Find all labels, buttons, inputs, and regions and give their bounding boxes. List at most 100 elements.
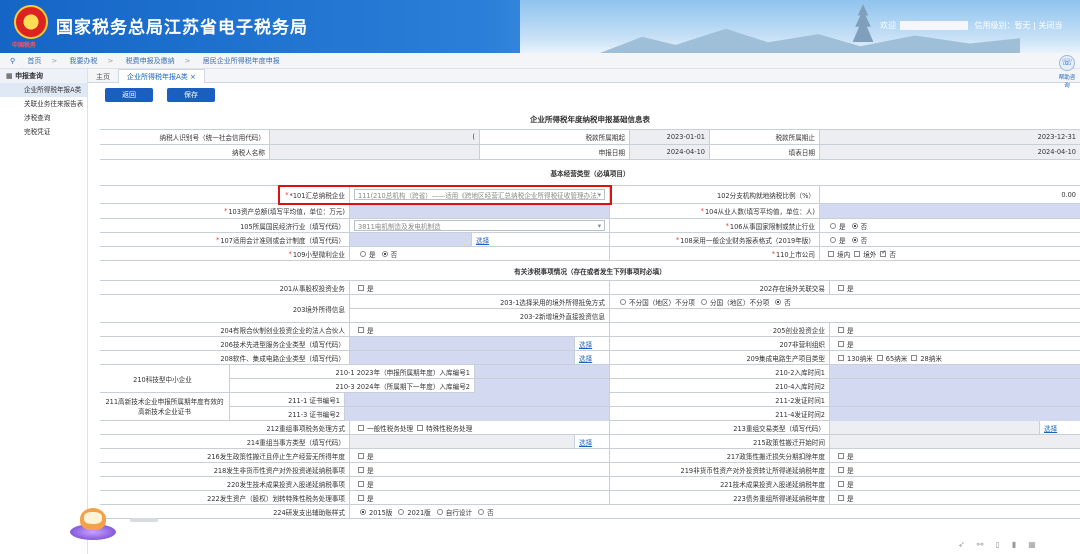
f210-3-label: 210-3 2024年（所属期下一年度）入库编号2 xyxy=(230,379,475,393)
f103-input[interactable] xyxy=(350,204,610,218)
f223-checkbox[interactable] xyxy=(838,494,844,501)
f203-2-value[interactable] xyxy=(610,309,1080,323)
f221-label: 221技术成果投资入股递延纳税年度 xyxy=(610,477,830,490)
sidebar-item-related[interactable]: 关联业务往来报告表 xyxy=(0,97,87,111)
breadcrumb-current[interactable]: 居民企业所得税年度申报 xyxy=(203,57,280,65)
f210-3-input[interactable] xyxy=(475,379,610,393)
f202-checkbox[interactable] xyxy=(838,284,844,291)
f214-choose-link[interactable]: 选择 xyxy=(579,437,592,447)
f207-checkbox[interactable] xyxy=(838,340,844,347)
f216-checkbox[interactable] xyxy=(358,452,364,459)
f211-4-input[interactable] xyxy=(830,407,1080,421)
f106-yes-radio[interactable] xyxy=(830,222,836,229)
breadcrumb-declare[interactable]: 税费申报及缴纳 xyxy=(126,57,175,65)
f218-checkbox[interactable] xyxy=(358,466,364,473)
f215-input[interactable] xyxy=(830,435,1080,448)
f109-no-radio[interactable] xyxy=(381,250,388,257)
f212-general-checkbox[interactable] xyxy=(358,424,364,431)
f209-28nm-checkbox[interactable] xyxy=(911,354,918,361)
f213-input[interactable] xyxy=(830,421,1040,434)
mascot-ufo-icon[interactable] xyxy=(62,500,122,550)
f201-checkbox[interactable] xyxy=(358,284,364,291)
save-button[interactable]: 保存 xyxy=(167,88,215,102)
f210-4-input[interactable] xyxy=(830,379,1080,393)
sidebar-head[interactable]: ▦ 申报查询 xyxy=(0,69,87,83)
f110-overseas-checkbox[interactable] xyxy=(854,250,861,257)
dropdown-arrow-icon: ▾ xyxy=(597,190,601,199)
close-link[interactable]: 关闭当 xyxy=(1038,21,1062,30)
f102-value[interactable]: 0.00 xyxy=(820,186,1080,203)
f108-yes-radio[interactable] xyxy=(830,236,836,243)
f211-1-input[interactable] xyxy=(345,393,610,407)
sidebar-item-query[interactable]: 涉税查询 xyxy=(0,111,87,125)
f212-label: 212重组事项税务处理方式 xyxy=(100,421,350,434)
f203-1-opt1-radio[interactable] xyxy=(620,298,626,305)
horizontal-scrollbar[interactable] xyxy=(130,518,158,522)
tab-home[interactable]: 主页 xyxy=(88,70,118,84)
f203-1-no-radio[interactable] xyxy=(775,298,782,305)
breadcrumb-home[interactable]: 首页 xyxy=(27,57,41,65)
f213-choose-link[interactable]: 选择 xyxy=(1044,423,1057,433)
link-icon[interactable]: ⚯ xyxy=(977,540,996,549)
f105-label: 105所属国民经济行业（填写代码） xyxy=(100,219,350,232)
f106-options: 是 否 xyxy=(820,219,1080,232)
f203-label: 203境外所得信息 xyxy=(100,295,350,322)
f221-checkbox[interactable] xyxy=(838,480,844,487)
f211-2-input[interactable] xyxy=(830,393,1080,407)
sidebar-item-annual-a[interactable]: 企业所得税年报A类 xyxy=(0,83,87,97)
f224-custom-radio[interactable] xyxy=(436,508,443,515)
f106-no-radio[interactable] xyxy=(851,222,858,229)
row-206: 206技术先进型服务企业类型（填写代码） 选择 207非营利组织 是 xyxy=(100,337,1080,351)
f209-130nm-checkbox[interactable] xyxy=(838,354,844,361)
f109-yes-radio[interactable] xyxy=(360,250,366,257)
f224-no-radio[interactable] xyxy=(478,508,485,515)
tab-annual-a[interactable]: 企业所得税年报A类 × xyxy=(118,69,205,83)
rocket-icon[interactable]: ➶ xyxy=(958,540,977,549)
f211-3-input[interactable] xyxy=(345,407,610,421)
f203-1-opt2-radio[interactable] xyxy=(700,298,707,305)
trash-icon[interactable]: ▮ xyxy=(1012,540,1028,549)
f101-select[interactable]: 111(210总机构（跨省）——适用《跨地区经营汇总纳税企业所得税征收管理办法》… xyxy=(354,189,605,200)
f201-label: 201从事股权投资业务 xyxy=(100,281,350,294)
tax-emblem-icon xyxy=(14,5,48,39)
f110-domestic-checkbox[interactable] xyxy=(828,250,834,257)
f219-label: 219非货币性资产对外投资转让所得递延纳税年度 xyxy=(610,463,830,476)
f208-input[interactable] xyxy=(350,351,575,364)
f105-select[interactable]: 3811电机制造及发电机制造 ▾ xyxy=(354,220,605,231)
f110-no-checkbox[interactable] xyxy=(880,249,886,257)
f211-label: 211高新技术企业申报所属期年度有效的高新技术企业证书 xyxy=(100,393,230,420)
sidebar-item-voucher[interactable]: 完税凭证 xyxy=(0,125,87,139)
f218-label: 218发生非货币性资产对外投资递延纳税事项 xyxy=(100,463,350,476)
f104-input[interactable] xyxy=(820,204,1080,218)
f220-checkbox[interactable] xyxy=(358,480,364,487)
f215-label: 215政策性搬迁开始时间 xyxy=(610,435,830,448)
mobile-icon[interactable]: ▯ xyxy=(995,540,1011,549)
taxpayer-name-label: 纳税人名称 xyxy=(100,145,270,159)
f222-checkbox[interactable] xyxy=(358,494,364,501)
f205-checkbox[interactable] xyxy=(838,326,844,333)
f107-choose-link[interactable]: 选择 xyxy=(476,235,489,245)
f224-2021-radio[interactable] xyxy=(398,508,405,515)
row-224: 224研发支出辅助账样式 2015版 2021版 自行设计 否 xyxy=(100,505,1080,519)
f209-65nm-checkbox[interactable] xyxy=(876,354,883,361)
f219-checkbox[interactable] xyxy=(838,466,844,473)
f110-label: * 110上市公司 xyxy=(610,247,820,260)
f210-1-input[interactable] xyxy=(475,365,610,379)
grid-icon[interactable]: ▦ xyxy=(1028,540,1048,549)
f210-2-input[interactable] xyxy=(830,365,1080,379)
f208-choose-link[interactable]: 选择 xyxy=(579,353,592,363)
f212-special-checkbox[interactable] xyxy=(417,424,424,431)
f217-checkbox[interactable] xyxy=(838,452,844,459)
breadcrumb-tax[interactable]: 我要办税 xyxy=(69,57,97,65)
f107-input[interactable] xyxy=(350,233,472,246)
f214-input[interactable] xyxy=(350,435,575,448)
f204-checkbox[interactable] xyxy=(358,326,364,333)
f206-input[interactable] xyxy=(350,337,575,350)
back-button[interactable]: 返回 xyxy=(105,88,153,102)
f220-option: 是 xyxy=(350,477,610,490)
f224-2015-radio[interactable] xyxy=(360,508,366,515)
f206-choose-link[interactable]: 选择 xyxy=(579,339,592,349)
sidebar: ▦ 申报查询 企业所得税年报A类 关联业务往来报告表 涉税查询 完税凭证 xyxy=(0,69,88,554)
f108-no-radio[interactable] xyxy=(851,236,858,243)
help-button[interactable]: ☏ 帮助咨询 xyxy=(1057,55,1077,89)
